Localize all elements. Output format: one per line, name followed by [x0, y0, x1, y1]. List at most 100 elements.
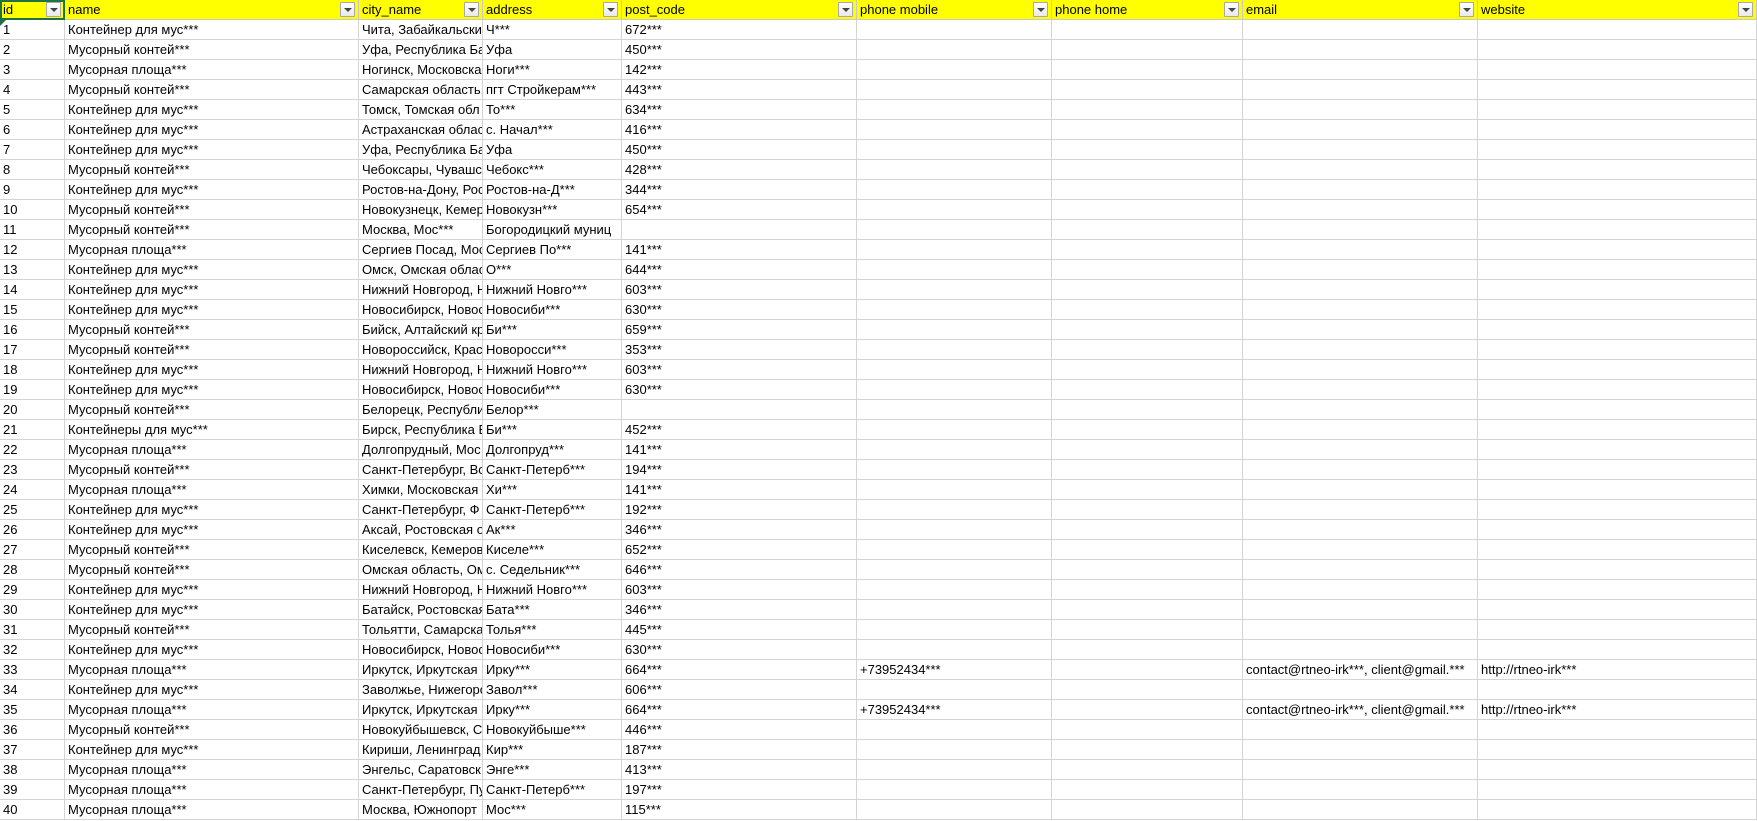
cell-name[interactable]: Контейнер для мус***	[65, 280, 359, 300]
cell-id[interactable]: 14	[0, 280, 65, 300]
cell-phone-mobile[interactable]	[857, 500, 1052, 520]
cell-post-code[interactable]: 652***	[622, 540, 857, 560]
cell-address[interactable]: Санкт-Петерб***	[483, 460, 622, 480]
cell-post-code[interactable]: 452***	[622, 420, 857, 440]
cell-city-name[interactable]: Самарская область,	[359, 80, 483, 100]
cell-id[interactable]: 4	[0, 80, 65, 100]
cell-name[interactable]: Мусорная площа***	[65, 240, 359, 260]
cell-city-name[interactable]: Омск, Омская облас	[359, 260, 483, 280]
cell-address[interactable]: Кир***	[483, 740, 622, 760]
cell-address[interactable]: Санкт-Петерб***	[483, 500, 622, 520]
cell-phone-mobile[interactable]	[857, 160, 1052, 180]
cell-website[interactable]	[1478, 220, 1757, 240]
cell-post-code[interactable]: 192***	[622, 500, 857, 520]
cell-phone-home[interactable]	[1052, 480, 1243, 500]
cell-id[interactable]: 37	[0, 740, 65, 760]
cell-post-code[interactable]: 634***	[622, 100, 857, 120]
cell-website[interactable]	[1478, 120, 1757, 140]
cell-email[interactable]	[1243, 800, 1478, 820]
cell-website[interactable]	[1478, 280, 1757, 300]
cell-website[interactable]	[1478, 400, 1757, 420]
cell-post-code[interactable]: 346***	[622, 520, 857, 540]
filter-dropdown-icon[interactable]	[340, 2, 355, 17]
cell-email[interactable]	[1243, 380, 1478, 400]
cell-website[interactable]	[1478, 380, 1757, 400]
cell-name[interactable]: Контейнер для мус***	[65, 100, 359, 120]
cell-name[interactable]: Мусорный контей***	[65, 220, 359, 240]
cell-id[interactable]: 5	[0, 100, 65, 120]
cell-address[interactable]: Нижний Новго***	[483, 280, 622, 300]
cell-phone-mobile[interactable]	[857, 120, 1052, 140]
cell-post-code[interactable]	[622, 220, 857, 240]
cell-phone-home[interactable]	[1052, 240, 1243, 260]
cell-city-name[interactable]: Чита, Забайкальский	[359, 20, 483, 40]
cell-post-code[interactable]: 141***	[622, 240, 857, 260]
cell-name[interactable]: Мусорный контей***	[65, 460, 359, 480]
cell-id[interactable]: 36	[0, 720, 65, 740]
cell-phone-mobile[interactable]	[857, 300, 1052, 320]
cell-website[interactable]	[1478, 780, 1757, 800]
cell-email[interactable]	[1243, 680, 1478, 700]
cell-name[interactable]: Мусорная площа***	[65, 800, 359, 820]
cell-email[interactable]	[1243, 600, 1478, 620]
cell-website[interactable]	[1478, 560, 1757, 580]
cell-website[interactable]	[1478, 240, 1757, 260]
cell-phone-home[interactable]	[1052, 600, 1243, 620]
cell-id[interactable]: 27	[0, 540, 65, 560]
cell-name[interactable]: Мусорный контей***	[65, 560, 359, 580]
cell-post-code[interactable]: 644***	[622, 260, 857, 280]
cell-email[interactable]	[1243, 540, 1478, 560]
cell-address[interactable]: с. Начал***	[483, 120, 622, 140]
cell-city-name[interactable]: Тольятти, Самарска	[359, 620, 483, 640]
cell-email[interactable]: contact@rtneo-irk***, client@gmail.***	[1243, 660, 1478, 680]
cell-address[interactable]: Завол***	[483, 680, 622, 700]
cell-address[interactable]: Ч***	[483, 20, 622, 40]
cell-email[interactable]	[1243, 40, 1478, 60]
cell-email[interactable]	[1243, 100, 1478, 120]
cell-phone-home[interactable]	[1052, 300, 1243, 320]
cell-email[interactable]	[1243, 340, 1478, 360]
cell-phone-home[interactable]	[1052, 660, 1243, 680]
cell-phone-mobile[interactable]	[857, 240, 1052, 260]
cell-email[interactable]	[1243, 720, 1478, 740]
cell-id[interactable]: 24	[0, 480, 65, 500]
cell-city-name[interactable]: Уфа, Республика Баш	[359, 40, 483, 60]
cell-email[interactable]	[1243, 400, 1478, 420]
cell-id[interactable]: 33	[0, 660, 65, 680]
cell-address[interactable]: Киселе***	[483, 540, 622, 560]
cell-post-code[interactable]: 346***	[622, 600, 857, 620]
cell-name[interactable]: Мусорный контей***	[65, 80, 359, 100]
cell-address[interactable]: Би***	[483, 420, 622, 440]
cell-city-name[interactable]: Уфа, Республика Баш	[359, 140, 483, 160]
cell-email[interactable]	[1243, 140, 1478, 160]
cell-email[interactable]	[1243, 520, 1478, 540]
cell-post-code[interactable]: 603***	[622, 360, 857, 380]
cell-email[interactable]: contact@rtneo-irk***, client@gmail.***	[1243, 700, 1478, 720]
cell-phone-home[interactable]	[1052, 140, 1243, 160]
filter-dropdown-icon[interactable]	[1738, 2, 1753, 17]
cell-name[interactable]: Контейнеры для мус***	[65, 420, 359, 440]
cell-phone-mobile[interactable]	[857, 380, 1052, 400]
cell-email[interactable]	[1243, 420, 1478, 440]
cell-website[interactable]	[1478, 640, 1757, 660]
cell-phone-mobile[interactable]	[857, 100, 1052, 120]
cell-city-name[interactable]: Омская область, Ом	[359, 560, 483, 580]
cell-website[interactable]	[1478, 800, 1757, 820]
cell-address[interactable]: Толья***	[483, 620, 622, 640]
cell-address[interactable]: Богородицкий муниц	[483, 220, 622, 240]
cell-address[interactable]: Новосиби***	[483, 300, 622, 320]
cell-name[interactable]: Мусорная площа***	[65, 660, 359, 680]
cell-id[interactable]: 25	[0, 500, 65, 520]
cell-address[interactable]: пгт Стройкерам***	[483, 80, 622, 100]
cell-post-code[interactable]: 187***	[622, 740, 857, 760]
cell-phone-mobile[interactable]	[857, 220, 1052, 240]
cell-website[interactable]	[1478, 40, 1757, 60]
cell-name[interactable]: Контейнер для мус***	[65, 520, 359, 540]
cell-address[interactable]: Санкт-Петерб***	[483, 780, 622, 800]
cell-id[interactable]: 2	[0, 40, 65, 60]
cell-email[interactable]	[1243, 300, 1478, 320]
cell-id[interactable]: 7	[0, 140, 65, 160]
cell-email[interactable]	[1243, 780, 1478, 800]
cell-phone-home[interactable]	[1052, 120, 1243, 140]
cell-phone-home[interactable]	[1052, 160, 1243, 180]
